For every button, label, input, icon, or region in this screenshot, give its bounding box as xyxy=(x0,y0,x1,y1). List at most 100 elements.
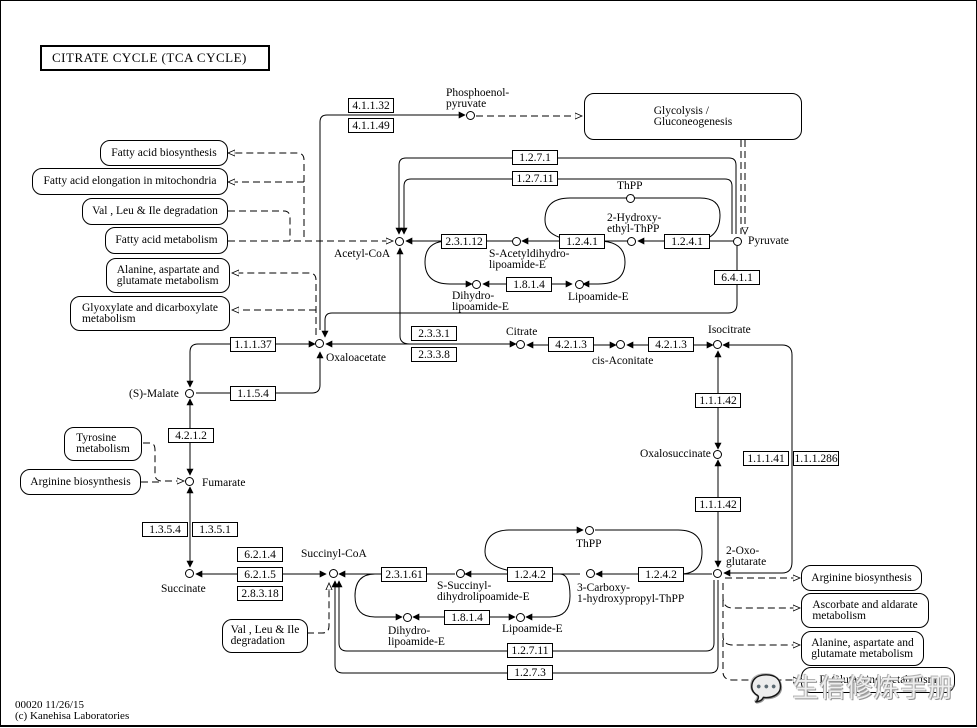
label-malate: (S)-Malate xyxy=(129,388,179,400)
node-succinate[interactable] xyxy=(185,569,194,578)
label-thpp-bottom: ThPP xyxy=(576,538,602,550)
node-lipoamide-bottom[interactable] xyxy=(516,613,525,622)
label-dihydrolipoamide-bottom: Dihydro- lipoamide-E xyxy=(388,625,445,648)
enzyme-1-1-1-41[interactable]: 1.1.1.41 xyxy=(743,451,789,466)
enzyme-6-4-1-1[interactable]: 6.4.1.1 xyxy=(714,270,760,285)
enzyme-1-3-5-4[interactable]: 1.3.5.4 xyxy=(142,522,188,537)
node-pyruvate[interactable] xyxy=(733,237,742,246)
node-succinyl-coa[interactable] xyxy=(329,569,338,578)
node-lipoamide-top[interactable] xyxy=(575,280,584,289)
map-ascorbate-aldarate[interactable]: Ascorbate and aldarate metabolism xyxy=(801,593,929,628)
link-alanine-bottom xyxy=(722,600,800,645)
link-tyrosine xyxy=(143,442,184,481)
edge-1-2-7-1 xyxy=(395,157,737,235)
map-glycolysis[interactable]: Glycolysis / Gluconeogenesis xyxy=(584,93,802,140)
label-thpp-top: ThPP xyxy=(617,180,643,192)
node-cis-aconitate[interactable] xyxy=(616,340,625,349)
map-glyoxylate-dicarboxylate[interactable]: Glyoxylate and dicarboxylate metabolism xyxy=(70,296,230,331)
edge-citrate-acetylcoa xyxy=(396,247,411,345)
enzyme-4-2-1-3-a[interactable]: 4.2.1.3 xyxy=(548,337,594,352)
enzyme-4-1-1-32[interactable]: 4.1.1.32 xyxy=(348,98,394,113)
map-fatty-acid-elongation[interactable]: Fatty acid elongation in mitochondria xyxy=(32,168,228,195)
enzyme-1-2-4-2-b[interactable]: 1.2.4.2 xyxy=(638,567,684,582)
map-alanine-aspartate-glutamate[interactable]: Alanine, aspartate and glutamate metabol… xyxy=(106,258,230,293)
map-val-leu-ile-degradation[interactable]: Val , Leu & Ile degradation xyxy=(82,198,228,225)
enzyme-2-3-3-8[interactable]: 2.3.3.8 xyxy=(411,347,457,362)
label-fumarate: Fumarate xyxy=(202,477,246,489)
map-fatty-acid-metabolism[interactable]: Fatty acid metabolism xyxy=(105,227,228,254)
node-malate[interactable] xyxy=(185,389,194,398)
map-tyrosine-metabolism[interactable]: Tyrosine metabolism xyxy=(64,427,142,461)
enzyme-1-8-1-4-top[interactable]: 1.8.1.4 xyxy=(506,277,552,292)
enzyme-2-8-3-18[interactable]: 2.8.3.18 xyxy=(237,586,283,601)
enzyme-1-1-1-42-b[interactable]: 1.1.1.42 xyxy=(695,497,741,512)
enzyme-6-2-1-5[interactable]: 6.2.1.5 xyxy=(237,567,283,582)
enzyme-1-3-5-1[interactable]: 1.3.5.1 xyxy=(192,522,238,537)
map-fatty-acid-biosynthesis[interactable]: Fatty acid biosynthesis xyxy=(100,140,228,166)
map-val-leu-ile-degradation-bottom[interactable]: Val , Leu & Ile degradation xyxy=(222,619,308,653)
enzyme-1-2-7-1[interactable]: 1.2.7.1 xyxy=(512,150,558,165)
node-oxaloacetate[interactable] xyxy=(315,339,324,348)
node-isocitrate[interactable] xyxy=(713,340,722,349)
label-pep: Phosphoenol- pyruvate xyxy=(446,87,510,110)
enzyme-1-2-4-2-a[interactable]: 1.2.4.2 xyxy=(507,567,553,582)
enzyme-4-1-1-49[interactable]: 4.1.1.49 xyxy=(348,118,394,133)
edge-1-2-7-11 xyxy=(400,178,733,235)
enzyme-2-3-1-12[interactable]: 2.3.1.12 xyxy=(441,234,487,249)
label-carboxy-hydroxypropyl-thpp: 3-Carboxy- 1-hydroxypropyl-ThPP xyxy=(577,582,685,605)
node-oxalosuccinate[interactable] xyxy=(713,450,722,459)
footer: 00020 11/26/15 (c) Kanehisa Laboratories xyxy=(15,700,129,722)
pathway-canvas: CITRATE CYCLE (TCA CYCLE) Glycolysis / G… xyxy=(0,0,977,728)
watermark: 💬 生信修炼手册 xyxy=(750,668,955,705)
link-alanine-top xyxy=(232,273,317,335)
link-ascorbate xyxy=(722,583,800,608)
enzyme-1-2-7-11-bottom[interactable]: 1.2.7.11 xyxy=(507,643,553,658)
node-dihydrolipoamide-bottom[interactable] xyxy=(403,613,412,622)
enzyme-1-1-1-37[interactable]: 1.1.1.37 xyxy=(230,337,276,352)
map-alanine-aspartate-glutamate-bottom[interactable]: Alanine, aspartate and glutamate metabol… xyxy=(801,631,924,666)
enzyme-1-2-4-1-a[interactable]: 1.2.4.1 xyxy=(559,234,605,249)
enzyme-6-2-1-4[interactable]: 6.2.1.4 xyxy=(237,547,283,562)
label-isocitrate: Isocitrate xyxy=(708,324,751,336)
node-fumarate[interactable] xyxy=(185,477,194,486)
link-val-leu-ile xyxy=(228,210,291,241)
node-citrate[interactable] xyxy=(516,340,525,349)
label-s-acetyldihydrolipoamide: S-Acetyldihydro- lipoamide-E xyxy=(489,248,570,271)
enzyme-1-2-4-1-b[interactable]: 1.2.4.1 xyxy=(664,234,710,249)
node-pep[interactable] xyxy=(466,111,475,120)
node-thpp-top[interactable] xyxy=(626,194,635,203)
enzyme-2-3-1-61[interactable]: 2.3.1.61 xyxy=(381,567,427,582)
enzyme-1-2-7-11-top[interactable]: 1.2.7.11 xyxy=(512,171,558,186)
enzyme-1-1-1-42-a[interactable]: 1.1.1.42 xyxy=(695,393,741,408)
label-s-succinyldihydrolipoamide: S-Succinyl- dihydrolipoamide-E xyxy=(437,580,530,603)
label-oxaloacetate: Oxaloacetate xyxy=(326,352,387,364)
label-lipoamide-top: Lipoamide-E xyxy=(568,291,629,303)
enzyme-1-1-1-286[interactable]: 1.1.1.286 xyxy=(793,451,839,466)
pathway-title: CITRATE CYCLE (TCA CYCLE) xyxy=(40,45,270,71)
enzyme-4-2-1-2[interactable]: 4.2.1.2 xyxy=(168,428,214,443)
label-cis-aconitate: cis-Aconitate xyxy=(592,355,654,367)
label-hydroxyethyl-thpp: 2-Hydroxy- ethyl-ThPP xyxy=(607,212,662,235)
label-2-oxoglutarate: 2-Oxo- glutarate xyxy=(726,545,767,568)
enzyme-1-2-7-3[interactable]: 1.2.7.3 xyxy=(507,665,553,680)
enzyme-4-2-1-3-b[interactable]: 4.2.1.3 xyxy=(648,337,694,352)
wechat-icon: 💬 xyxy=(750,674,784,704)
enzyme-1-1-5-4[interactable]: 1.1.5.4 xyxy=(230,386,276,401)
link-val-leu-ile-bottom xyxy=(307,583,329,634)
node-2-oxoglutarate[interactable] xyxy=(713,569,722,578)
node-hydroxyethyl-thpp[interactable] xyxy=(627,237,636,246)
node-s-acetyldihydrolipoamide[interactable] xyxy=(512,237,521,246)
label-succinate: Succinate xyxy=(161,583,206,595)
node-dihydrolipoamide-top[interactable] xyxy=(472,280,481,289)
map-arginine-biosynthesis-left[interactable]: Arginine biosynthesis xyxy=(20,469,141,495)
watermark-text: 生信修炼手册 xyxy=(792,674,955,704)
node-carboxy-hydroxypropyl-thpp[interactable] xyxy=(586,569,595,578)
node-acetyl-coa[interactable] xyxy=(395,237,404,246)
label-acetyl-coa: Acetyl-CoA xyxy=(334,248,391,260)
label-citrate: Citrate xyxy=(506,326,538,338)
node-s-succinyldihydrolipoamide[interactable] xyxy=(456,569,465,578)
node-thpp-bottom[interactable] xyxy=(585,526,594,535)
enzyme-1-8-1-4-bottom[interactable]: 1.8.1.4 xyxy=(444,610,490,625)
enzyme-2-3-3-1[interactable]: 2.3.3.1 xyxy=(411,326,457,341)
map-arginine-biosynthesis-right[interactable]: Arginine biosynthesis xyxy=(801,565,922,591)
